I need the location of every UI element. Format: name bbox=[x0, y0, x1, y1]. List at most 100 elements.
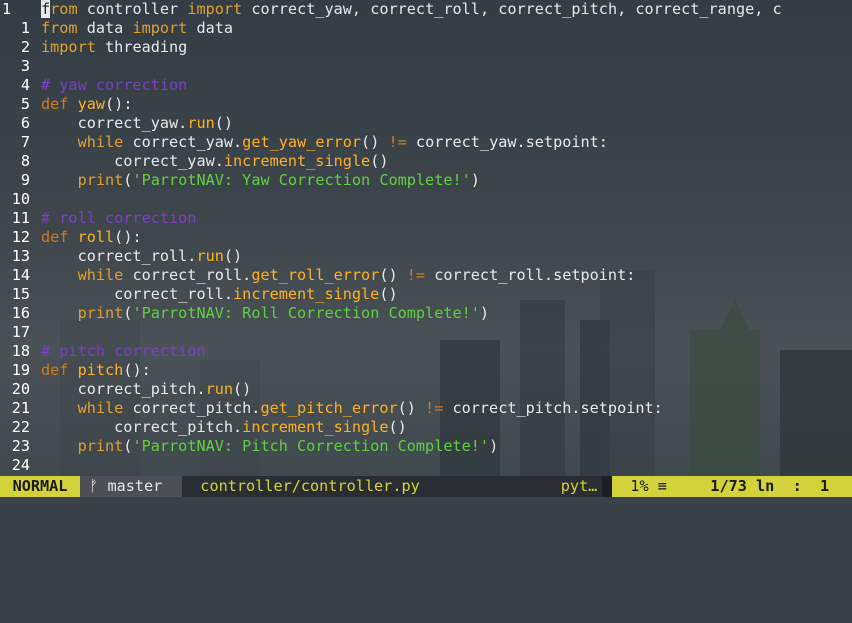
code-line[interactable]: 15 correct_roll.increment_single() bbox=[0, 285, 852, 304]
code-text[interactable]: correct_pitch.run() bbox=[41, 380, 252, 399]
code-token: () bbox=[379, 285, 398, 303]
code-line[interactable]: 14 while correct_roll.get_roll_error() !… bbox=[0, 266, 852, 285]
code-token: while bbox=[77, 133, 124, 151]
code-text[interactable]: def roll(): bbox=[41, 228, 142, 247]
status-line: NORMAL ᚠ master controller/controller.py… bbox=[0, 476, 852, 497]
code-text[interactable]: correct_roll.run() bbox=[41, 247, 243, 266]
branch-name: master bbox=[107, 477, 163, 495]
code-line[interactable]: 6 correct_yaw.run() bbox=[0, 114, 852, 133]
code-text[interactable]: while correct_roll.get_roll_error() != c… bbox=[41, 266, 636, 285]
code-line[interactable]: 12 def roll(): bbox=[0, 228, 852, 247]
line-number: 23 bbox=[11, 437, 30, 455]
code-line[interactable]: 22 correct_pitch.increment_single() bbox=[0, 418, 852, 437]
code-token: # roll correction bbox=[41, 209, 197, 227]
percent-text: 1% bbox=[630, 477, 649, 495]
code-token: correct_yaw. bbox=[41, 114, 188, 132]
line-number: 3 bbox=[20, 57, 30, 75]
code-token: controller bbox=[77, 0, 188, 18]
code-token: () bbox=[370, 152, 389, 170]
code-line[interactable]: 2 import threading bbox=[0, 38, 852, 57]
code-line[interactable]: 18 # pitch correction bbox=[0, 342, 852, 361]
line-number: 21 bbox=[11, 399, 30, 417]
code-token: def bbox=[41, 228, 69, 246]
cursor-position: 1/73 ln : 1 bbox=[692, 476, 852, 497]
code-text[interactable]: correct_pitch.increment_single() bbox=[41, 418, 407, 437]
line-number: 22 bbox=[11, 418, 30, 436]
code-text[interactable]: print('ParrotNAV: Roll Correction Comple… bbox=[41, 304, 490, 323]
code-text[interactable]: print('ParrotNAV: Yaw Correction Complet… bbox=[41, 171, 480, 190]
code-editor[interactable]: 1 from controller import correct_yaw, cor… bbox=[0, 0, 852, 476]
line-number: 4 bbox=[20, 76, 30, 94]
code-line[interactable]: 21 while correct_pitch.get_pitch_error()… bbox=[0, 399, 852, 418]
code-token: correct_pitch. bbox=[41, 380, 206, 398]
code-token: import bbox=[187, 0, 243, 18]
code-line[interactable]: 19 def pitch(): bbox=[0, 361, 852, 380]
code-text[interactable]: # yaw correction bbox=[41, 76, 187, 95]
code-text[interactable]: correct_yaw.run() bbox=[41, 114, 233, 133]
code-token: # pitch correction bbox=[41, 342, 206, 360]
line-number: 24 bbox=[11, 456, 30, 474]
file-path-text: controller/controller.py bbox=[200, 477, 420, 495]
code-token: increment_single bbox=[242, 418, 389, 436]
code-text[interactable]: correct_yaw.increment_single() bbox=[41, 152, 388, 171]
code-line[interactable]: 24 bbox=[0, 456, 852, 475]
code-line[interactable]: 16 print('ParrotNAV: Roll Correction Com… bbox=[0, 304, 852, 323]
code-text[interactable]: # pitch correction bbox=[41, 342, 206, 361]
line-number: 16 bbox=[11, 304, 30, 322]
code-line[interactable]: 9 print('ParrotNAV: Yaw Correction Compl… bbox=[0, 171, 852, 190]
code-token: correct_pitch. bbox=[41, 418, 243, 436]
line-number: 10 bbox=[11, 190, 30, 208]
code-token: ) bbox=[470, 171, 480, 189]
code-text[interactable]: # roll correction bbox=[41, 209, 196, 228]
file-type: pyt… bbox=[560, 477, 598, 495]
code-token: correct_yaw.setpoint: bbox=[406, 133, 608, 151]
code-token: import bbox=[41, 38, 96, 56]
code-text[interactable]: import threading bbox=[41, 38, 187, 57]
code-token: correct_roll. bbox=[123, 266, 252, 284]
code-text[interactable]: correct_roll.increment_single() bbox=[41, 285, 398, 304]
line-number: 18 bbox=[11, 342, 30, 360]
code-token: correct_roll.setpoint: bbox=[425, 266, 636, 284]
code-line[interactable]: 11 # roll correction bbox=[0, 209, 852, 228]
code-text[interactable]: while correct_pitch.get_pitch_error() !=… bbox=[41, 399, 663, 418]
line-number: 6 bbox=[20, 114, 30, 132]
line-number: 17 bbox=[11, 323, 30, 341]
code-text[interactable]: from data import data bbox=[41, 19, 233, 38]
code-text[interactable]: def yaw(): bbox=[41, 95, 132, 114]
code-line[interactable]: 3 bbox=[0, 57, 852, 76]
code-line[interactable]: 7 while correct_yaw.get_yaw_error() != c… bbox=[0, 133, 852, 152]
code-token: yaw bbox=[77, 95, 106, 113]
code-token: != bbox=[425, 399, 444, 417]
code-line[interactable]: 1 from data import data bbox=[0, 19, 852, 38]
code-token: correct_pitch. bbox=[123, 399, 261, 417]
code-text[interactable]: print('ParrotNAV: Pitch Correction Compl… bbox=[41, 437, 499, 456]
code-token: get_roll_error bbox=[251, 266, 380, 284]
code-text[interactable]: while correct_yaw.get_yaw_error() != cor… bbox=[41, 133, 608, 152]
code-line[interactable]: 8 correct_yaw.increment_single() bbox=[0, 152, 852, 171]
code-line[interactable]: 17 bbox=[0, 323, 852, 342]
code-line[interactable]: 1 from controller import correct_yaw, cor… bbox=[0, 0, 852, 19]
code-token: from bbox=[41, 19, 78, 37]
code-token: ) bbox=[489, 437, 499, 455]
code-line[interactable]: 10 bbox=[0, 190, 852, 209]
line-number: 14 bbox=[11, 266, 30, 284]
code-line[interactable]: 5 def yaw(): bbox=[0, 95, 852, 114]
code-token: while bbox=[77, 266, 124, 284]
code-line[interactable]: 13 correct_roll.run() bbox=[0, 247, 852, 266]
code-token: 'ParrotNAV: Yaw Correction Complete!' bbox=[132, 171, 471, 189]
code-token: (): bbox=[105, 95, 133, 113]
mode-indicator: NORMAL bbox=[0, 476, 80, 497]
code-token: print bbox=[77, 304, 124, 322]
code-text[interactable]: from controller import correct_yaw, corr… bbox=[41, 0, 782, 19]
scroll-percent: 1% ≡ bbox=[612, 476, 692, 497]
code-line[interactable]: 4 # yaw correction bbox=[0, 76, 852, 95]
code-line[interactable]: 23 print('ParrotNAV: Pitch Correction Co… bbox=[0, 437, 852, 456]
code-token: correct_pitch.setpoint: bbox=[443, 399, 663, 417]
code-text[interactable]: def pitch(): bbox=[41, 361, 151, 380]
code-line[interactable]: 20 correct_pitch.run() bbox=[0, 380, 852, 399]
line-number: 19 bbox=[11, 361, 30, 379]
